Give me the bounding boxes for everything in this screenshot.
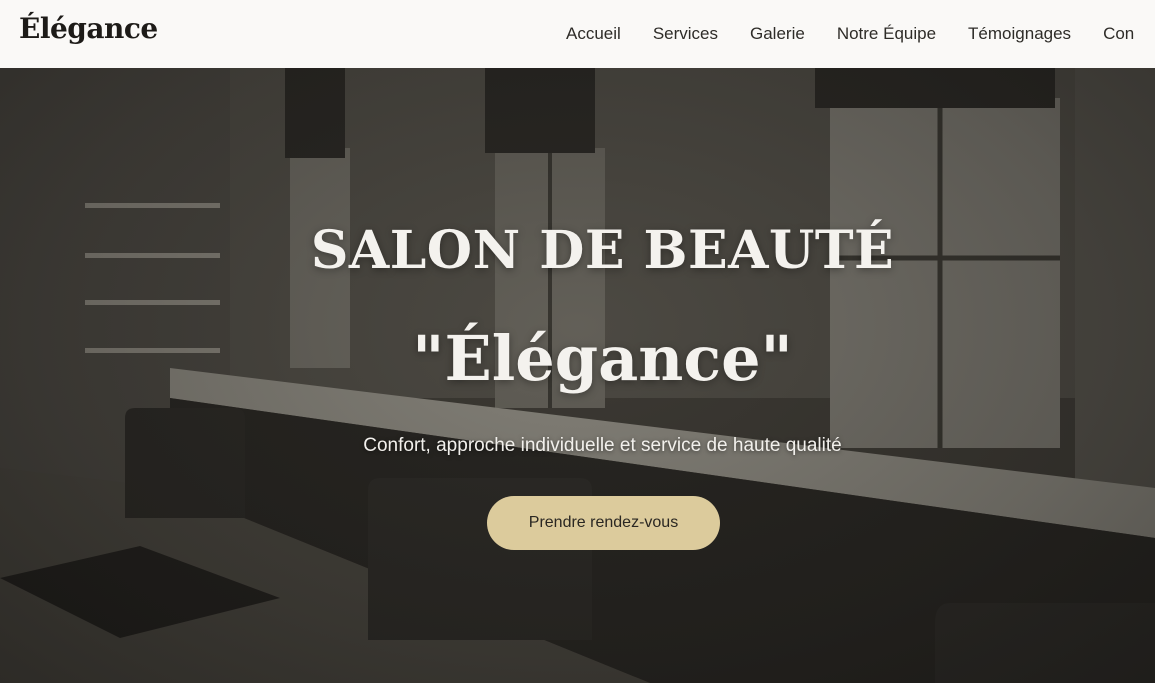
hero-subtitle: Confort, approche individuelle et servic…: [363, 435, 842, 456]
logo[interactable]: Élégance: [19, 12, 158, 45]
hero-title-line2: "Élégance": [412, 322, 793, 395]
nav-link-galerie[interactable]: Galerie: [750, 24, 805, 44]
site-header: Élégance Accueil Services Galerie Notre …: [0, 0, 1155, 68]
hero-title-line1: SALON DE BEAUTÉ: [310, 220, 895, 281]
nav-link-services[interactable]: Services: [653, 24, 718, 44]
book-appointment-button[interactable]: Prendre rendez-vous: [487, 496, 720, 550]
nav-link-temoignages[interactable]: Témoignages: [968, 24, 1071, 44]
nav-link-equipe[interactable]: Notre Équipe: [837, 24, 936, 44]
hero-section: SALON DE BEAUTÉ "Élégance" Confort, appr…: [0, 68, 1155, 683]
nav-link-contact[interactable]: Con: [1103, 24, 1134, 44]
main-nav: Accueil Services Galerie Notre Équipe Té…: [566, 0, 1155, 68]
nav-link-accueil[interactable]: Accueil: [566, 24, 621, 44]
